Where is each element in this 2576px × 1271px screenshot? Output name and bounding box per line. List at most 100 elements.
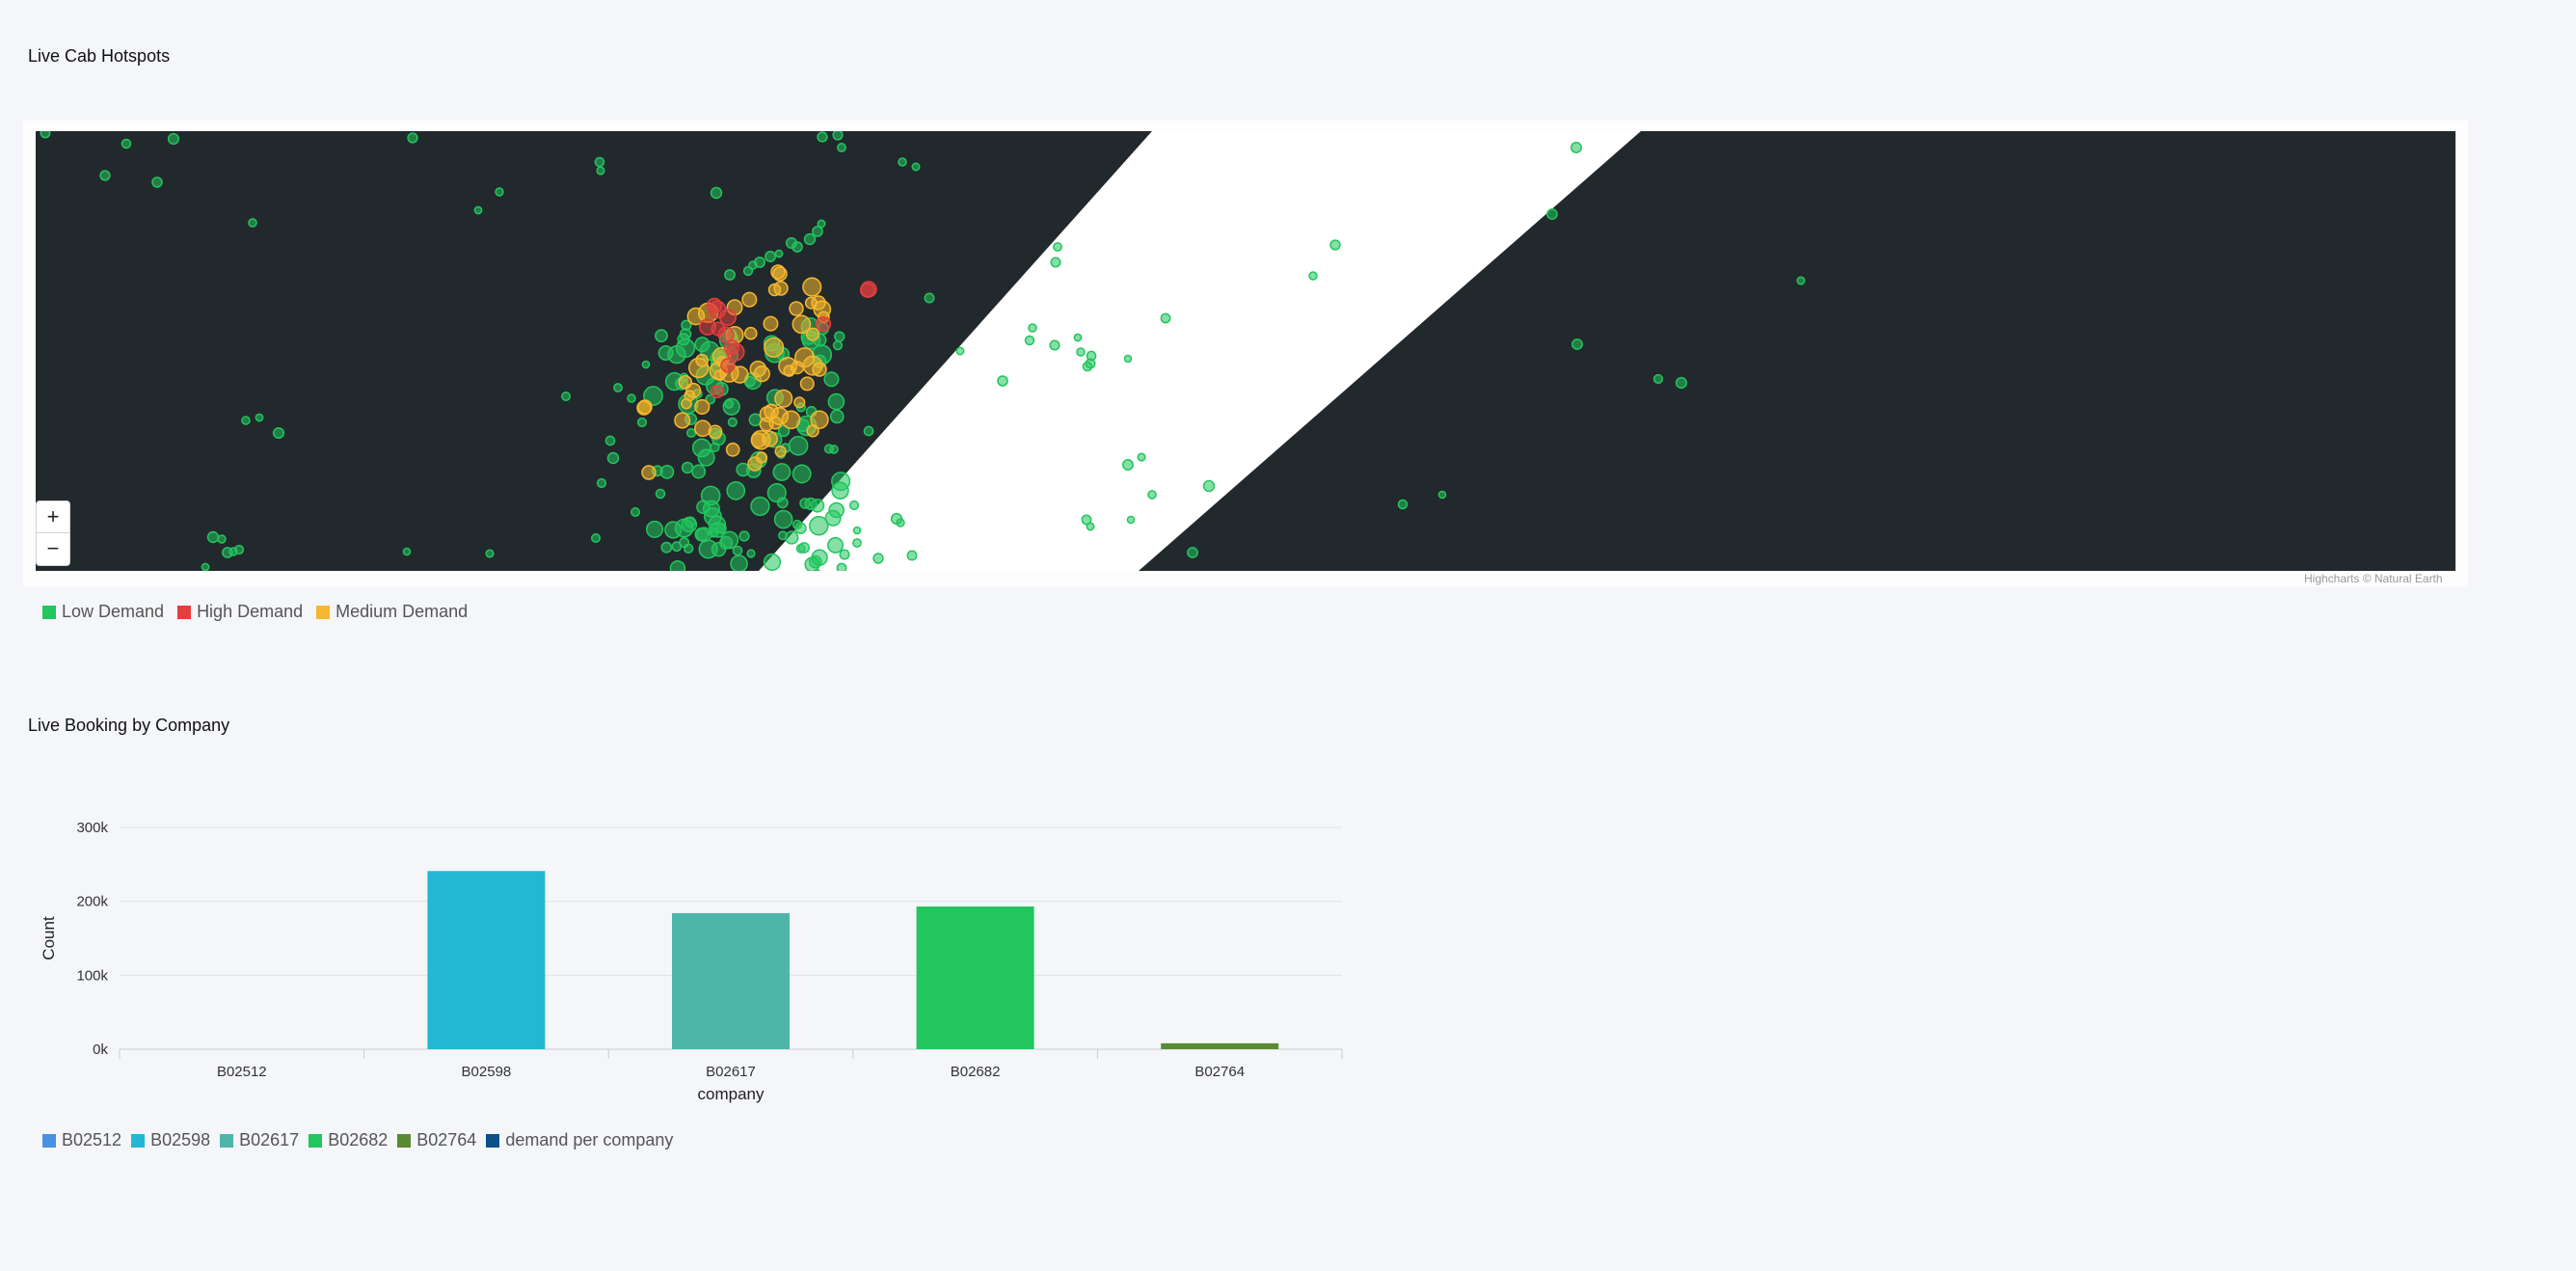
hotspot-point [852, 538, 862, 548]
hotspot-point [763, 315, 779, 332]
hotspot-point [812, 362, 827, 377]
x-tick-label: B02598 [462, 1064, 512, 1080]
hotspot-point [708, 424, 723, 440]
hotspot-point [713, 369, 726, 381]
bar-b02617[interactable] [672, 912, 790, 1049]
hotspot-point [1123, 354, 1133, 364]
hotspot-point [99, 170, 111, 181]
hotspot-point [217, 534, 227, 544]
hotspot-point [590, 532, 602, 544]
legend-item-b02682[interactable]: B02682 [309, 1130, 388, 1150]
hotspot-point [829, 409, 845, 424]
hotspot-point [1675, 376, 1688, 390]
hotspot-point [773, 281, 789, 296]
zoom-in-button[interactable]: + [36, 500, 70, 533]
hotspot-point [248, 218, 257, 228]
hotspot-point [722, 397, 740, 416]
y-tick-label: 300k [76, 820, 108, 836]
hotspot-point [804, 556, 820, 571]
hotspot-point [710, 384, 725, 399]
hotspot-point [836, 562, 847, 571]
hotspot-point [1546, 208, 1558, 220]
hotspot-point [774, 389, 793, 408]
legend-item-b02512[interactable]: B02512 [42, 1130, 121, 1150]
hotspot-point [694, 398, 711, 416]
hotspot-point [1053, 242, 1062, 252]
hotspot-point [121, 138, 132, 149]
hotspot-point [201, 562, 210, 571]
hotspot-point [741, 291, 758, 308]
map-legend: Low Demand High Demand Medium Demand [42, 602, 468, 622]
bar-b02682[interactable] [916, 906, 1034, 1049]
legend-item-low-demand[interactable]: Low Demand [42, 602, 164, 622]
hotspot-point [1187, 547, 1198, 558]
hotspot-point [691, 438, 711, 458]
map-panel-title: Live Cab Hotspots [28, 46, 171, 66]
hotspot-point [1437, 490, 1447, 500]
legend-item-b02598[interactable]: B02598 [131, 1130, 210, 1150]
hotspot-point [730, 554, 748, 571]
hotspot-point [167, 132, 180, 146]
hotspot-point [641, 360, 651, 369]
legend-item-high-demand[interactable]: High Demand [177, 602, 303, 622]
bar-b02764[interactable] [1161, 1042, 1279, 1049]
hotspot-point [710, 442, 720, 453]
hotspot-point [655, 488, 666, 500]
legend-label: B02617 [239, 1130, 300, 1149]
hotspot-point [817, 219, 826, 229]
map-credits[interactable]: Highcharts © Natural Earth [2304, 572, 2443, 585]
hotspot-point [725, 442, 740, 457]
hotspot-point [809, 516, 829, 536]
hotspot-point [785, 530, 799, 545]
legend-label: B02764 [416, 1130, 477, 1149]
legend-item-medium-demand[interactable]: Medium Demand [316, 602, 468, 622]
hotspot-point [681, 516, 698, 533]
hotspot-point [1073, 333, 1083, 342]
hotspot-point [872, 553, 884, 564]
hotspot-point [783, 365, 795, 377]
legend-item-b02617[interactable]: B02617 [220, 1130, 299, 1150]
hotspot-point [747, 456, 763, 472]
hotspot-point [896, 518, 905, 527]
hotspot-point [627, 393, 636, 403]
zoom-out-button[interactable]: − [36, 533, 70, 566]
legend-label: Medium Demand [335, 602, 469, 621]
hotspot-point [687, 357, 710, 379]
hotspot-point [1796, 276, 1806, 285]
hotspot-point [852, 526, 862, 535]
hotspot-point [1570, 142, 1582, 153]
x-tick-label: B02682 [951, 1064, 1001, 1080]
hotspot-point [827, 536, 845, 554]
hotspot-point [831, 472, 851, 492]
hotspot-point [637, 399, 653, 415]
legend-label: demand per company [505, 1130, 674, 1149]
hotspot-point [806, 327, 820, 341]
hotspot-point [1147, 490, 1157, 500]
bar-b02598[interactable] [427, 871, 546, 1049]
hotspot-point [789, 301, 804, 316]
hotspot-point [657, 344, 674, 361]
hotspot-point [765, 251, 776, 262]
hotspot-point [604, 435, 616, 446]
hotspot-point [606, 451, 620, 465]
legend-swatch [397, 1133, 412, 1148]
hotspot-map[interactable] [36, 131, 2455, 571]
hotspot-point [641, 465, 657, 480]
hotspot-point [810, 498, 825, 513]
hotspot-point [772, 266, 788, 282]
hotspot-point [806, 424, 819, 438]
legend-item-b02764[interactable]: B02764 [397, 1130, 476, 1150]
hotspot-point [811, 295, 826, 311]
hotspot-point [774, 249, 784, 258]
hotspot-point [832, 131, 844, 141]
hotspot-point [1049, 339, 1060, 351]
hotspot-point [685, 382, 702, 398]
hotspot-point [792, 464, 812, 484]
bar-legend: B02512 B02598 B02617 B02682 B02764 deman… [42, 1130, 673, 1150]
hotspot-point [817, 131, 828, 143]
legend-item-demand-per-company[interactable]: demand per company [486, 1130, 673, 1150]
hotspot-point [997, 375, 1008, 387]
hotspot-point [738, 530, 750, 542]
hotspot-point [700, 485, 721, 506]
hotspot-point [803, 232, 817, 246]
